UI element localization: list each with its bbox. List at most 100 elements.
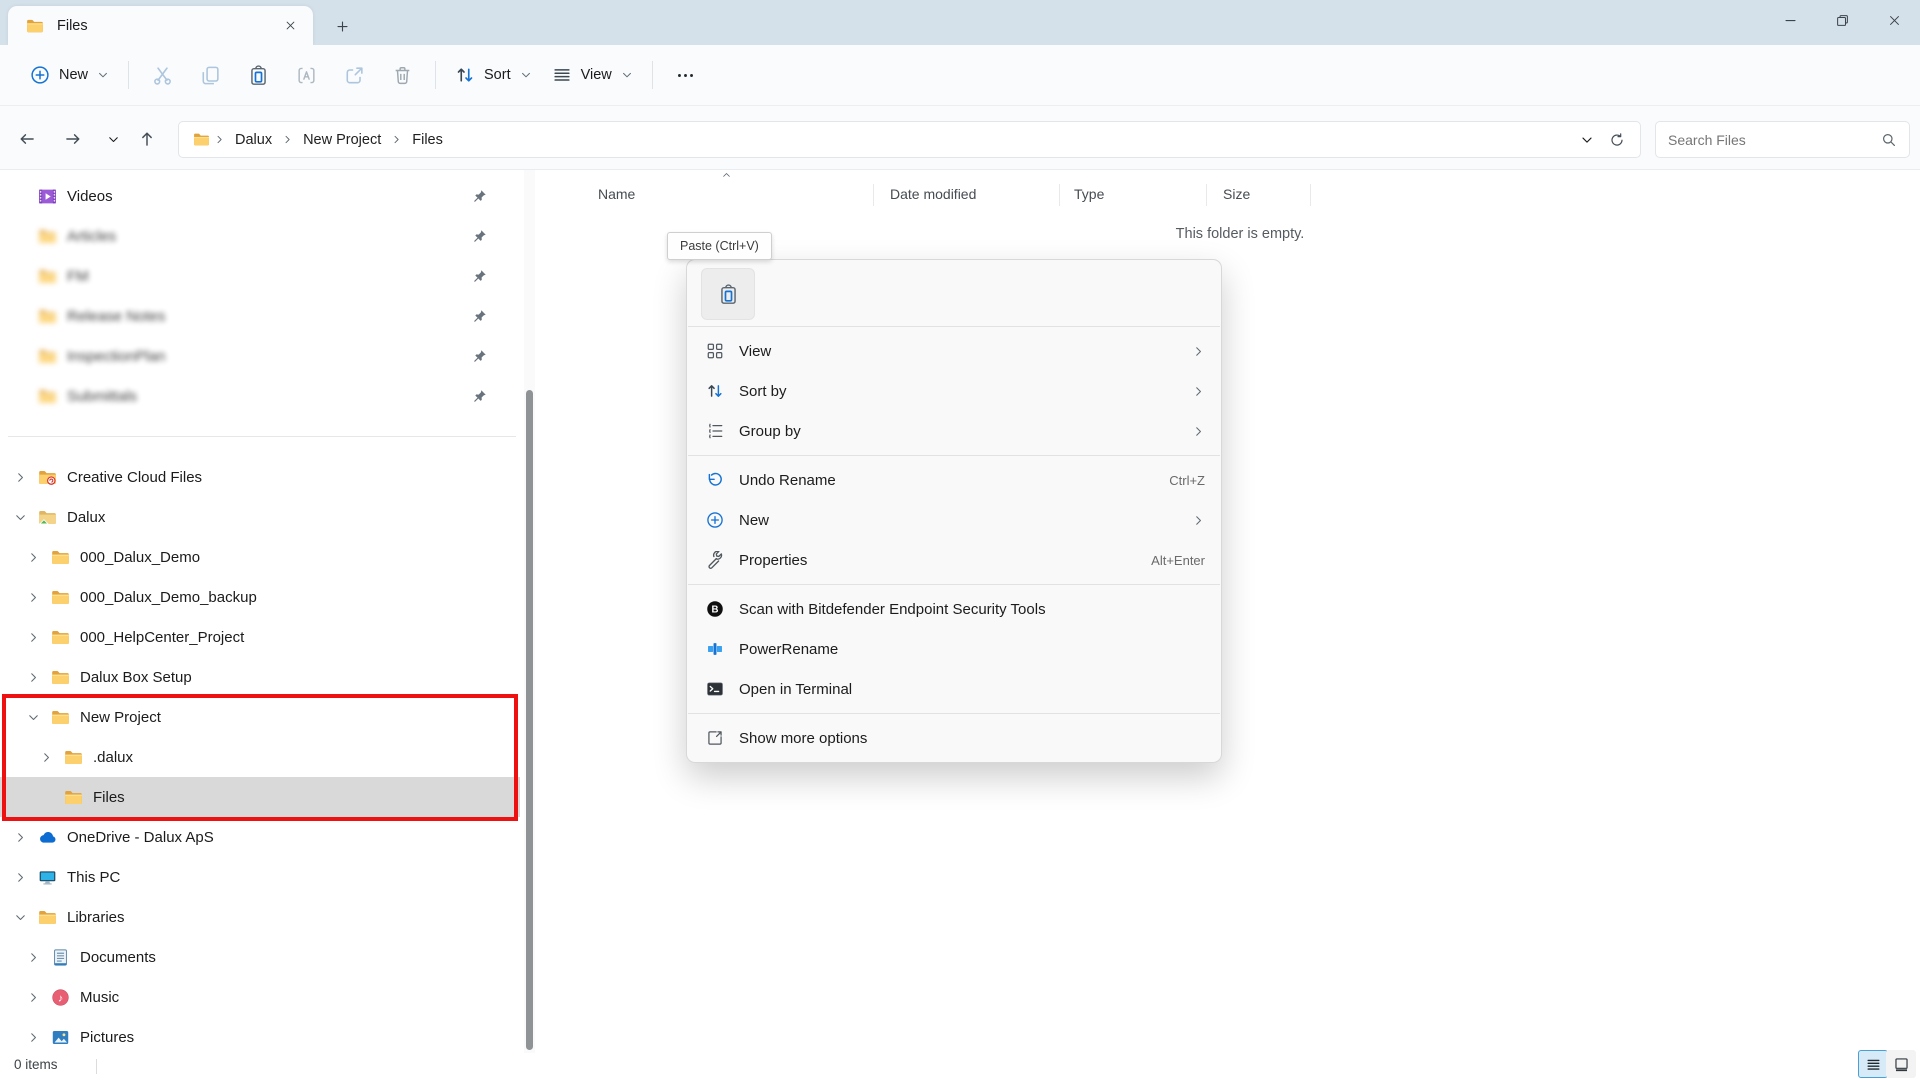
column-divider[interactable] <box>1059 184 1060 206</box>
menu-item-view[interactable]: View <box>687 331 1221 371</box>
sidebar-item-000-helpcenter-project[interactable]: 000_HelpCenter_Project <box>0 617 520 657</box>
sort-button[interactable]: Sort <box>445 58 542 92</box>
refresh-icon <box>1609 132 1625 148</box>
details-view-button[interactable] <box>1858 1050 1888 1078</box>
menu-item-new[interactable]: New <box>687 500 1221 540</box>
pin-icon <box>472 348 488 364</box>
sidebar-item-videos[interactable]: Videos <box>0 176 520 216</box>
chevron-right-icon[interactable] <box>27 1030 51 1044</box>
delete-button[interactable] <box>381 56 423 94</box>
rename-button[interactable] <box>285 56 327 94</box>
refresh-button[interactable] <box>1602 126 1632 154</box>
new-tab-button[interactable] <box>328 12 356 40</box>
sidebar-item-dalux[interactable]: Dalux <box>0 497 520 537</box>
expander-spacer <box>14 389 38 403</box>
breadcrumb-files[interactable]: Files <box>406 129 449 151</box>
sidebar-item-inspectionplan[interactable]: InspectionPlan <box>0 336 520 376</box>
sidebar-item-fm[interactable]: FM <box>0 256 520 296</box>
terminal-icon <box>706 680 724 698</box>
column-header-date-modified[interactable]: Date modified <box>890 180 976 208</box>
new-button[interactable]: New <box>20 58 119 92</box>
back-button[interactable] <box>10 123 44 155</box>
up-button[interactable] <box>130 123 164 155</box>
menu-item-open-in-terminal[interactable]: Open in Terminal <box>687 669 1221 709</box>
breadcrumb-new-project[interactable]: New Project <box>297 129 387 151</box>
sidebar-item-onedrive-dalux-aps[interactable]: OneDrive - Dalux ApS <box>0 817 520 857</box>
sidebar-item-000-dalux-demo[interactable]: 000_Dalux_Demo <box>0 537 520 577</box>
menu-item-powerrename[interactable]: PowerRename <box>687 629 1221 669</box>
maximize-button[interactable] <box>1816 0 1868 40</box>
tab-bar: Files <box>0 0 1920 45</box>
tab-files[interactable]: Files <box>8 6 313 45</box>
menu-item-label: Open in Terminal <box>739 681 1205 698</box>
sidebar-item-documents[interactable]: Documents <box>0 937 520 977</box>
sidebar-item-release-notes[interactable]: Release Notes <box>0 296 520 336</box>
chevron-down-icon[interactable] <box>27 710 51 724</box>
chevron-right-icon[interactable] <box>27 630 51 644</box>
chevron-right-icon[interactable] <box>14 470 38 484</box>
column-header-name[interactable]: Name <box>598 180 635 208</box>
menu-item-sort-by[interactable]: Sort by <box>687 371 1221 411</box>
sidebar-item-submittals[interactable]: Submittals <box>0 376 520 416</box>
sidebar-item-dalux[interactable]: .dalux <box>0 737 520 777</box>
minimize-button[interactable] <box>1764 0 1816 40</box>
menu-item-group-by[interactable]: Group by <box>687 411 1221 451</box>
menu-item-undo-rename[interactable]: Undo Rename Ctrl+Z <box>687 460 1221 500</box>
paste-button[interactable] <box>237 56 279 94</box>
chevron-right-icon[interactable] <box>27 590 51 604</box>
sidebar-item-libraries[interactable]: Libraries <box>0 897 520 937</box>
chevron-right-icon[interactable] <box>27 550 51 564</box>
close-window-button[interactable] <box>1868 0 1920 40</box>
sidebar-item-dalux-box-setup[interactable]: Dalux Box Setup <box>0 657 520 697</box>
chevron-right-icon <box>1192 425 1205 438</box>
sidebar-item-000-dalux-demo-backup[interactable]: 000_Dalux_Demo_backup <box>0 577 520 617</box>
sidebar-item-creative-cloud-files[interactable]: Creative Cloud Files <box>0 457 520 497</box>
sidebar-item-music[interactable]: ♪ Music <box>0 977 520 1017</box>
menu-item-properties[interactable]: Properties Alt+Enter <box>687 540 1221 580</box>
chevron-right-icon[interactable] <box>27 950 51 964</box>
chevron-right-icon[interactable] <box>14 830 38 844</box>
cut-button[interactable] <box>141 56 183 94</box>
column-header-type[interactable]: Type <box>1074 180 1104 208</box>
search-input[interactable]: Search Files <box>1655 121 1910 158</box>
chevron-right-icon[interactable] <box>27 990 51 1004</box>
sidebar-item-articles[interactable]: Articles <box>0 216 520 256</box>
thumbnails-view-button[interactable] <box>1886 1050 1916 1078</box>
more-options-button[interactable] <box>665 56 707 94</box>
chevron-right-icon[interactable] <box>27 670 51 684</box>
column-divider[interactable] <box>1310 184 1311 206</box>
tab-close-button[interactable] <box>277 13 303 39</box>
view-button[interactable]: View <box>542 58 643 92</box>
chevron-right-icon[interactable] <box>14 870 38 884</box>
sidebar-item-label: Pictures <box>80 1029 134 1046</box>
chevron-right-icon[interactable] <box>40 750 64 764</box>
folder-icon <box>51 628 70 647</box>
sidebar-scrollbar[interactable] <box>524 170 535 1053</box>
forward-button[interactable] <box>56 123 90 155</box>
column-header-size[interactable]: Size <box>1223 180 1250 208</box>
chevron-down-icon[interactable] <box>14 510 38 524</box>
folder-icon <box>38 387 57 406</box>
sidebar-item-files[interactable]: Files <box>0 777 520 817</box>
menu-item-show-more-options[interactable]: Show more options <box>687 718 1221 758</box>
chevron-down-icon <box>1580 133 1594 147</box>
search-placeholder: Search Files <box>1668 132 1881 148</box>
menu-item-scan-with-bitdefender-endpoint-security-tools[interactable]: B Scan with Bitdefender Endpoint Securit… <box>687 589 1221 629</box>
sidebar-item-new-project[interactable]: New Project <box>0 697 520 737</box>
column-divider[interactable] <box>873 184 874 206</box>
scrollbar-thumb[interactable] <box>526 390 533 1050</box>
sidebar-item-this-pc[interactable]: This PC <box>0 857 520 897</box>
breadcrumb[interactable]: Dalux New Project Files <box>178 121 1641 158</box>
column-divider[interactable] <box>1206 184 1207 206</box>
recent-locations-button[interactable] <box>96 123 130 155</box>
expander-spacer <box>14 349 38 363</box>
sidebar-item-pictures[interactable]: Pictures <box>0 1017 520 1053</box>
paste-button[interactable] <box>701 268 755 320</box>
address-dropdown-button[interactable] <box>1572 126 1602 154</box>
sidebar-item-label: Documents <box>80 949 156 966</box>
breadcrumb-dalux[interactable]: Dalux <box>229 129 278 151</box>
share-button[interactable] <box>333 56 375 94</box>
copy-button[interactable] <box>189 56 231 94</box>
chevron-down-icon[interactable] <box>14 910 38 924</box>
folder-icon <box>51 588 70 607</box>
